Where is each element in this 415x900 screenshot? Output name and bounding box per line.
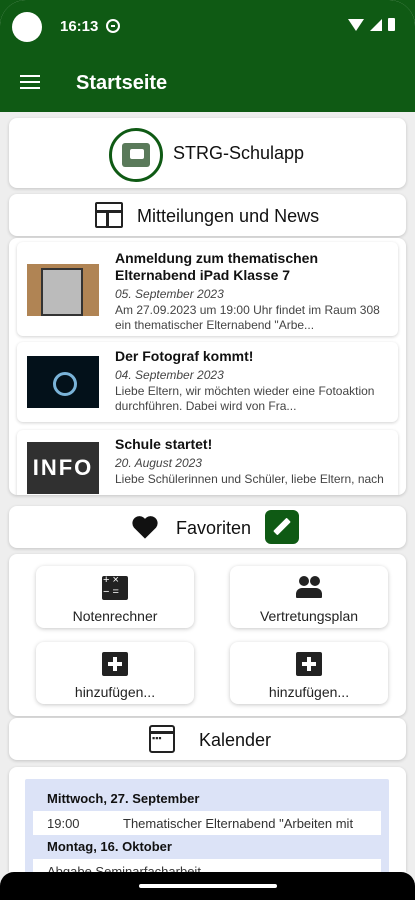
news-item[interactable]: Anmeldung zum thematischen Elternabend i… (17, 242, 398, 336)
main-content[interactable]: STRG-Schulapp Mitteilungen und News Anme… (0, 112, 415, 872)
add-favorite-button[interactable]: hinzufügen... (230, 642, 388, 704)
add-favorite-button[interactable]: hinzufügen... (36, 642, 194, 704)
battery-icon (388, 18, 395, 31)
camera-cutout (12, 12, 42, 42)
news-item[interactable]: INFO Schule startet! 20. August 2023 Lie… (17, 430, 398, 495)
favorite-label: hinzufügen... (74, 684, 156, 700)
calendar-day-header: Mittwoch, 27. September (47, 791, 200, 806)
news-title: Anmeldung zum thematischen Elternabend i… (115, 250, 319, 283)
news-icon (95, 202, 123, 228)
calculator-icon (102, 574, 128, 600)
sync-icon (106, 19, 120, 33)
home-gesture-handle[interactable] (139, 884, 277, 888)
favorite-label: Vertretungsplan (259, 608, 359, 624)
page-title: Startseite (76, 72, 168, 94)
favorite-label: Notenrechner (72, 608, 158, 624)
app-bar: Startseite (0, 54, 415, 112)
plus-icon (102, 652, 128, 676)
group-icon (296, 576, 322, 600)
plus-icon (296, 652, 322, 676)
calendar-event-row[interactable]: Abgabe Seminarfacharbeit (33, 859, 381, 872)
calendar-section-header[interactable]: Kalender (9, 718, 406, 760)
news-thumbnail (27, 356, 99, 408)
calendar-day-header: Montag, 16. Oktober (47, 839, 172, 854)
calendar-list[interactable]: Mittwoch, 27. September 19:00 Thematisch… (9, 767, 406, 872)
news-thumbnail (27, 264, 99, 316)
favorites-section-header: Favoriten (9, 506, 406, 548)
menu-icon[interactable] (20, 75, 40, 89)
favorite-tile-vertretungsplan[interactable]: Vertretungsplan (230, 566, 388, 628)
signal-icon (370, 18, 382, 31)
wifi-icon (348, 18, 364, 31)
school-logo (109, 128, 163, 182)
favorites-section-title: Favoriten (176, 518, 252, 538)
heart-icon (132, 516, 158, 539)
news-title: Der Fotograf kommt! (115, 348, 254, 364)
news-excerpt: Liebe Schülerinnen und Schüler, liebe El… (115, 472, 384, 486)
system-nav-bar (0, 872, 415, 900)
app-name: STRG-Schulapp (173, 143, 305, 163)
news-date: 04. September 2023 (115, 368, 224, 382)
news-section-title: Mitteilungen und News (137, 206, 320, 226)
calendar-icon (149, 725, 175, 753)
news-date: 20. August 2023 (115, 456, 202, 470)
event-title: Thematischer Elternabend "Arbeiten mit (123, 816, 354, 831)
favorites-grid: Notenrechner Vertretungsplan hinzufügen.… (9, 554, 406, 716)
calendar-events: Mittwoch, 27. September 19:00 Thematisch… (25, 779, 389, 872)
app-screen: 16:13 Startseite STRG-Schulapp Mitteilun… (0, 0, 415, 900)
news-excerpt: Liebe Eltern, wir möchten wieder eine Fo… (115, 384, 375, 413)
news-date: 05. September 2023 (115, 287, 224, 301)
favorite-tile-notenrechner[interactable]: Notenrechner (36, 566, 194, 628)
news-title: Schule startet! (115, 436, 213, 452)
favorite-label: hinzufügen... (268, 684, 350, 700)
calendar-section-title: Kalender (199, 730, 272, 750)
news-section-header[interactable]: Mitteilungen und News (9, 194, 406, 236)
system-icons (348, 18, 395, 31)
news-thumbnail: INFO (27, 442, 99, 494)
event-time: 19:00 (47, 816, 80, 831)
news-excerpt: Am 27.09.2023 um 19:00 Uhr findet im Rau… (115, 303, 380, 332)
edit-favorites-button[interactable] (265, 510, 299, 544)
status-time: 16:13 (60, 18, 99, 35)
header-card: STRG-Schulapp (9, 118, 406, 188)
news-item[interactable]: Der Fotograf kommt! 04. September 2023 L… (17, 342, 398, 422)
calendar-event-row[interactable]: 19:00 Thematischer Elternabend "Arbeiten… (33, 811, 381, 835)
status-bar: 16:13 (0, 0, 415, 54)
event-title: Abgabe Seminarfacharbeit (47, 864, 201, 872)
news-list[interactable]: Anmeldung zum thematischen Elternabend i… (9, 238, 406, 495)
